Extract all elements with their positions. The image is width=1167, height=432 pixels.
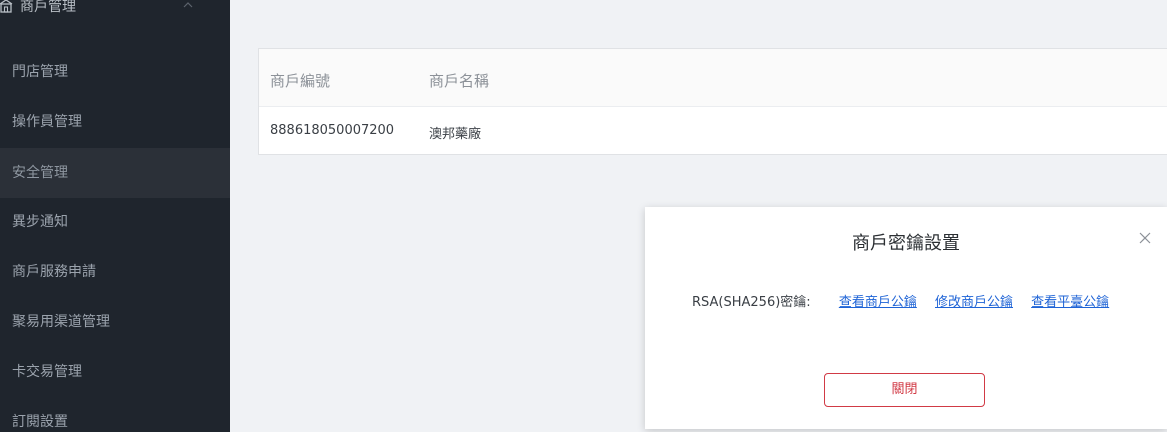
sidebar-item-label: 訂閱設置 <box>12 414 68 430</box>
edit-merchant-public-key-link[interactable]: 修改商戶公鑰 <box>935 295 1013 310</box>
sidebar-item-label: 門店管理 <box>12 64 68 80</box>
sidebar-item-label: 安全管理 <box>12 165 68 181</box>
sidebar: 商戶管理 門店管理 操作員管理 安全管理 異步通知 商戶服務申請 聚易用渠道管理… <box>0 0 230 432</box>
sidebar-item-card-transaction-management[interactable]: 卡交易管理 <box>0 347 230 397</box>
sidebar-item-operator-management[interactable]: 操作員管理 <box>0 97 230 147</box>
view-merchant-public-key-link[interactable]: 查看商戶公鑰 <box>839 295 917 310</box>
merchant-key-settings-dialog: 商戶密鑰設置 RSA(SHA256)密鑰: 查看商戶公鑰 修改商戶公鑰 查看平臺… <box>645 207 1167 429</box>
rsa-key-label: RSA(SHA256)密鑰: <box>692 295 811 310</box>
sidebar-item-async-notification[interactable]: 異步通知 <box>0 197 230 247</box>
sidebar-menu-label: 商戶管理 <box>20 0 76 15</box>
sidebar-menu-merchant-management[interactable]: 商戶管理 <box>0 0 230 20</box>
table-row <box>259 107 1167 154</box>
column-header-merchant-id: 商戶編號 <box>270 72 331 90</box>
sidebar-item-store-management[interactable]: 門店管理 <box>0 47 230 97</box>
close-button[interactable]: 關閉 <box>824 373 985 407</box>
sidebar-item-label: 聚易用渠道管理 <box>12 314 110 330</box>
dialog-title: 商戶密鑰設置 <box>852 233 960 254</box>
column-header-merchant-name: 商戶名稱 <box>429 72 490 90</box>
chevron-up-icon <box>182 0 194 8</box>
store-icon <box>0 0 14 14</box>
sidebar-item-label: 商戶服務申請 <box>12 264 96 280</box>
sidebar-item-label: 操作員管理 <box>12 114 82 130</box>
sidebar-item-merchant-service-application[interactable]: 商戶服務申請 <box>0 247 230 297</box>
merchant-table: 商戶編號 商戶名稱 888618050007200 澳邦藥廠 <box>258 48 1167 155</box>
sidebar-item-label: 異步通知 <box>12 214 68 230</box>
cell-merchant-name: 澳邦藥廠 <box>429 127 482 142</box>
sidebar-item-channel-management[interactable]: 聚易用渠道管理 <box>0 297 230 347</box>
view-platform-public-key-link[interactable]: 查看平臺公鑰 <box>1031 295 1109 310</box>
close-icon[interactable] <box>1139 229 1151 244</box>
sidebar-item-subscription-settings[interactable]: 訂閱設置 <box>0 397 230 432</box>
sidebar-item-security-management[interactable]: 安全管理 <box>0 148 230 198</box>
page: 商戶管理 門店管理 操作員管理 安全管理 異步通知 商戶服務申請 聚易用渠道管理… <box>0 0 1167 432</box>
cell-merchant-id: 888618050007200 <box>270 123 395 138</box>
rsa-key-row: RSA(SHA256)密鑰: 查看商戶公鑰 修改商戶公鑰 查看平臺公鑰 <box>692 291 1109 310</box>
sidebar-item-label: 卡交易管理 <box>12 364 82 380</box>
